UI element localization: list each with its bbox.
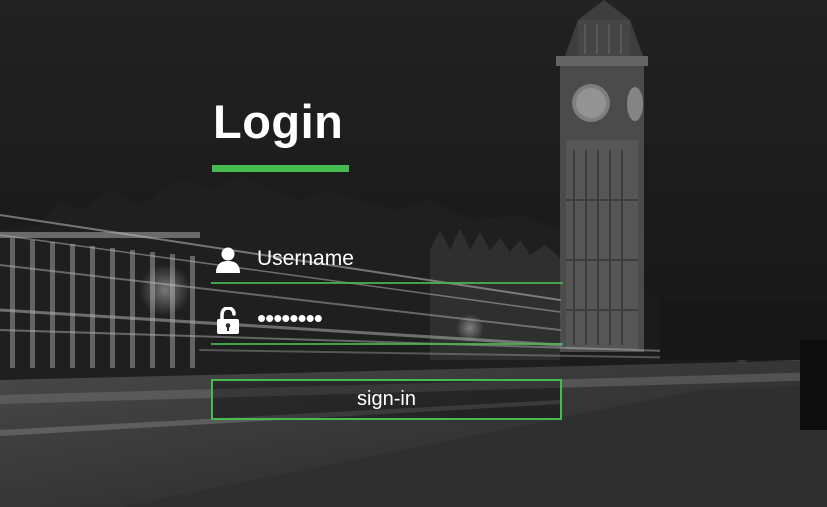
username-input[interactable] [257, 244, 557, 274]
sign-in-button[interactable]: sign-in [211, 379, 562, 420]
username-field[interactable] [211, 238, 563, 284]
title-underline [212, 165, 349, 172]
password-input[interactable] [257, 303, 557, 333]
password-underline [211, 343, 563, 345]
password-field[interactable] [211, 299, 563, 345]
user-icon [216, 246, 240, 274]
unlock-icon [216, 306, 240, 335]
username-underline [211, 282, 563, 284]
login-title: Login [213, 95, 344, 148]
login-form: Login sign-in [211, 90, 563, 425]
